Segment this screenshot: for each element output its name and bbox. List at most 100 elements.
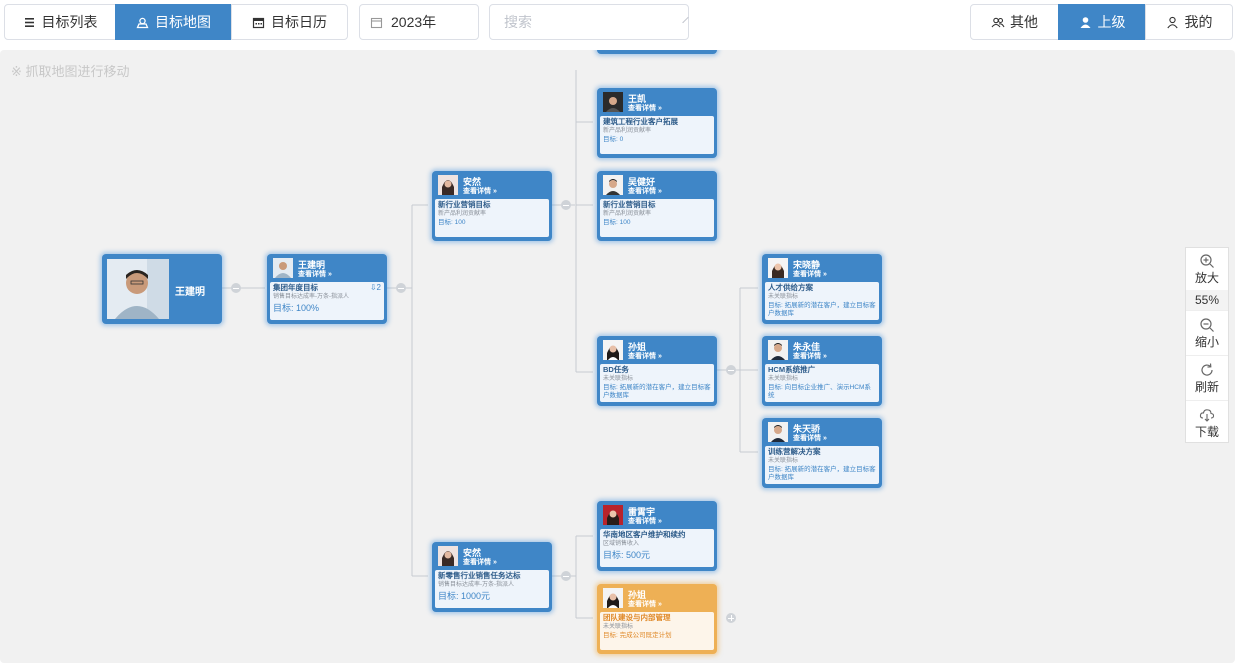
goal-node-wjm[interactable]: 王建明 查看详情 » ⇩2 集团年度目标 销售目标达成率-万条-指派人 目标: … — [267, 254, 387, 324]
goal-node-sxj[interactable]: 宋晓静 查看详情 » 人才供给方案 未关联指标 目标: 拓展新的潜在客户，建立目… — [762, 254, 882, 324]
goal-metric: 新产品利润贡献率 — [603, 211, 652, 217]
tab-superior[interactable]: 上级 — [1058, 4, 1146, 40]
goal-panel: 华南地区客户维护和续约 区域销售收入 目标: 500元 — [600, 529, 714, 567]
avatar — [438, 175, 458, 195]
tab-goal-calendar[interactable]: 目标日历 — [231, 4, 348, 40]
goal-panel: 团队建设与内部管理 未关联指标 目标: 完成公司既定计划 — [600, 612, 714, 650]
refresh-icon — [1199, 362, 1215, 378]
goal-node-partial[interactable] — [597, 50, 717, 54]
goal-metric: 未关联指标 — [768, 294, 799, 300]
tab-others[interactable]: 其他 — [970, 4, 1059, 40]
tab-goal-map[interactable]: 目标地图 — [115, 4, 232, 40]
tab-mine[interactable]: 我的 — [1145, 4, 1233, 40]
avatar — [273, 258, 293, 278]
avatar — [768, 258, 788, 278]
zoom-level: 55% — [1186, 290, 1228, 310]
goal-node-sj2[interactable]: 孙姐 查看详情 » 团队建设与内部管理 未关联指标 目标: 完成公司既定计划 — [597, 584, 717, 654]
zoom-in-button[interactable]: 放大 — [1186, 248, 1228, 290]
goal-title: 人才供给方案 — [768, 283, 813, 292]
goal-target: 目标: 0 — [603, 136, 624, 143]
goal-target: 目标: 向目标企业推广、演示HCM系统 — [768, 384, 871, 399]
root-person-node[interactable]: 王建明 — [102, 254, 222, 324]
view-switcher: 目标列表 目标地图 目标日历 — [4, 4, 348, 40]
expand-toggle[interactable] — [726, 613, 736, 623]
map-icon — [136, 16, 149, 29]
goal-node-wk[interactable]: 王凯 查看详情 » 建筑工程行业客户拓展 新产品利润贡献率 目标: 0 — [597, 88, 717, 158]
refresh-button[interactable]: 刷新 — [1186, 356, 1228, 400]
root-name: 王建明 — [175, 287, 205, 298]
goal-title: 建筑工程行业客户拓展 — [603, 117, 678, 126]
goal-metric: 新产品利润贡献率 — [603, 128, 652, 134]
user-icon — [1166, 16, 1179, 29]
view-detail-link[interactable]: 查看详情 » — [463, 557, 497, 567]
zoom-in-icon — [1199, 253, 1215, 269]
goal-target: 目标: 500元 — [603, 550, 651, 560]
list-icon — [23, 16, 36, 29]
goal-metric: 未关联指标 — [768, 458, 799, 464]
search-input[interactable] — [504, 14, 685, 30]
goal-title: 华南地区客户维护和续约 — [603, 530, 686, 539]
avatar — [438, 546, 458, 566]
search-select[interactable] — [489, 4, 689, 40]
user-solid-icon — [1079, 16, 1092, 29]
zoom-in-label: 放大 — [1194, 270, 1219, 285]
goal-target: 目标: 完成公司既定计划 — [603, 632, 672, 639]
view-detail-link[interactable]: 查看详情 » — [793, 269, 827, 279]
year-picker[interactable]: 2023年 — [359, 4, 479, 40]
goal-panel: 新行业营销目标 新产品利润贡献率 目标: 100 — [600, 199, 714, 237]
view-detail-link[interactable]: 查看详情 » — [628, 186, 662, 196]
collapse-toggle[interactable] — [396, 283, 406, 293]
goal-target: 目标: 拓展新的潜在客户，建立目标客户数据库 — [768, 302, 876, 317]
view-detail-link[interactable]: 查看详情 » — [793, 433, 827, 443]
tab-superior-label: 上级 — [1097, 14, 1126, 30]
refresh-label: 刷新 — [1194, 379, 1219, 394]
goal-node-ztj[interactable]: 朱天骄 查看详情 » 训练营解决方案 未关联指标 目标: 拓展新的潜在客户，建立… — [762, 418, 882, 488]
view-detail-link[interactable]: 查看详情 » — [628, 351, 662, 361]
tab-goal-calendar-label: 目标日历 — [271, 14, 327, 30]
goal-panel: 训练营解决方案 未关联指标 目标: 拓展新的潜在客户，建立目标客户数据库 — [765, 446, 879, 484]
tab-others-label: 其他 — [1010, 14, 1038, 30]
goal-panel: 人才供给方案 未关联指标 目标: 拓展新的潜在客户，建立目标客户数据库 — [765, 282, 879, 320]
goal-metric: 未关联指标 — [603, 376, 634, 382]
tab-goal-map-label: 目标地图 — [155, 14, 211, 30]
view-detail-link[interactable]: 查看详情 » — [628, 103, 662, 113]
goal-metric: 区域销售收入 — [603, 541, 640, 547]
goal-node-wjh[interactable]: 吴健好 查看详情 » 新行业营销目标 新产品利润贡献率 目标: 100 — [597, 171, 717, 241]
goal-map-canvas[interactable]: ※ 抓取地图进行移动 王建明 王建明 查看详情 » ⇩2 集团年度目标 销售目标… — [0, 50, 1235, 663]
view-detail-link[interactable]: 查看详情 » — [298, 269, 332, 279]
goal-node-lxy[interactable]: 雷霄宇 查看详情 » 华南地区客户维护和续约 区域销售收入 目标: 500元 — [597, 501, 717, 571]
view-detail-link[interactable]: 查看详情 » — [463, 186, 497, 196]
collapse-toggle[interactable] — [561, 571, 571, 581]
goal-target: 目标: 100 — [438, 219, 466, 226]
goal-node-zyj[interactable]: 朱永佳 查看详情 » HCM系统推广 未关联指标 目标: 向目标企业推广、演示H… — [762, 336, 882, 406]
goal-panel: 新行业营销目标 新产品利润贡献率 目标: 100 — [435, 199, 549, 237]
collapse-toggle[interactable] — [561, 200, 571, 210]
goal-node-ar2[interactable]: 安然 查看详情 » 新零售行业销售任务达标 销售目标达成率-万条-指派人 目标:… — [432, 542, 552, 612]
tab-mine-label: 我的 — [1184, 14, 1213, 30]
collapse-toggle[interactable] — [231, 283, 241, 293]
avatar — [603, 340, 623, 360]
download-button[interactable]: 下载 — [1186, 401, 1228, 445]
goal-title: 团队建设与内部管理 — [603, 613, 671, 622]
goal-node-sj1[interactable]: 孙姐 查看详情 » BD任务 未关联指标 目标: 拓展新的潜在客户，建立目标客户… — [597, 336, 717, 406]
tab-goal-list[interactable]: 目标列表 — [4, 4, 116, 40]
goal-target: 目标: 拓展新的潜在客户，建立目标客户数据库 — [768, 466, 876, 481]
view-detail-link[interactable]: 查看详情 » — [628, 599, 662, 609]
avatar — [603, 588, 623, 608]
view-detail-link[interactable]: 查看详情 » — [793, 351, 827, 361]
tab-goal-list-label: 目标列表 — [41, 14, 98, 30]
goal-title: HCM系统推广 — [768, 365, 816, 374]
goal-metric: 新产品利润贡献率 — [438, 211, 487, 217]
avatar — [603, 92, 623, 112]
goal-metric: 销售目标达成率-万条-指派人 — [438, 582, 514, 588]
avatar — [768, 340, 788, 360]
goal-metric: 销售目标达成率-万条-指派人 — [273, 294, 349, 300]
scope-switcher: 其他 上级 我的 — [970, 4, 1233, 40]
collapse-toggle[interactable] — [726, 365, 736, 375]
zoom-out-button[interactable]: 缩小 — [1186, 311, 1228, 355]
goal-title: BD任务 — [603, 365, 629, 374]
goal-node-ar1[interactable]: 安然 查看详情 » 新行业营销目标 新产品利润贡献率 目标: 100 — [432, 171, 552, 241]
goal-panel: 新零售行业销售任务达标 销售目标达成率-万条-指派人 目标: 1000元 — [435, 570, 549, 608]
view-detail-link[interactable]: 查看详情 » — [628, 516, 662, 526]
group-icon — [991, 16, 1005, 29]
